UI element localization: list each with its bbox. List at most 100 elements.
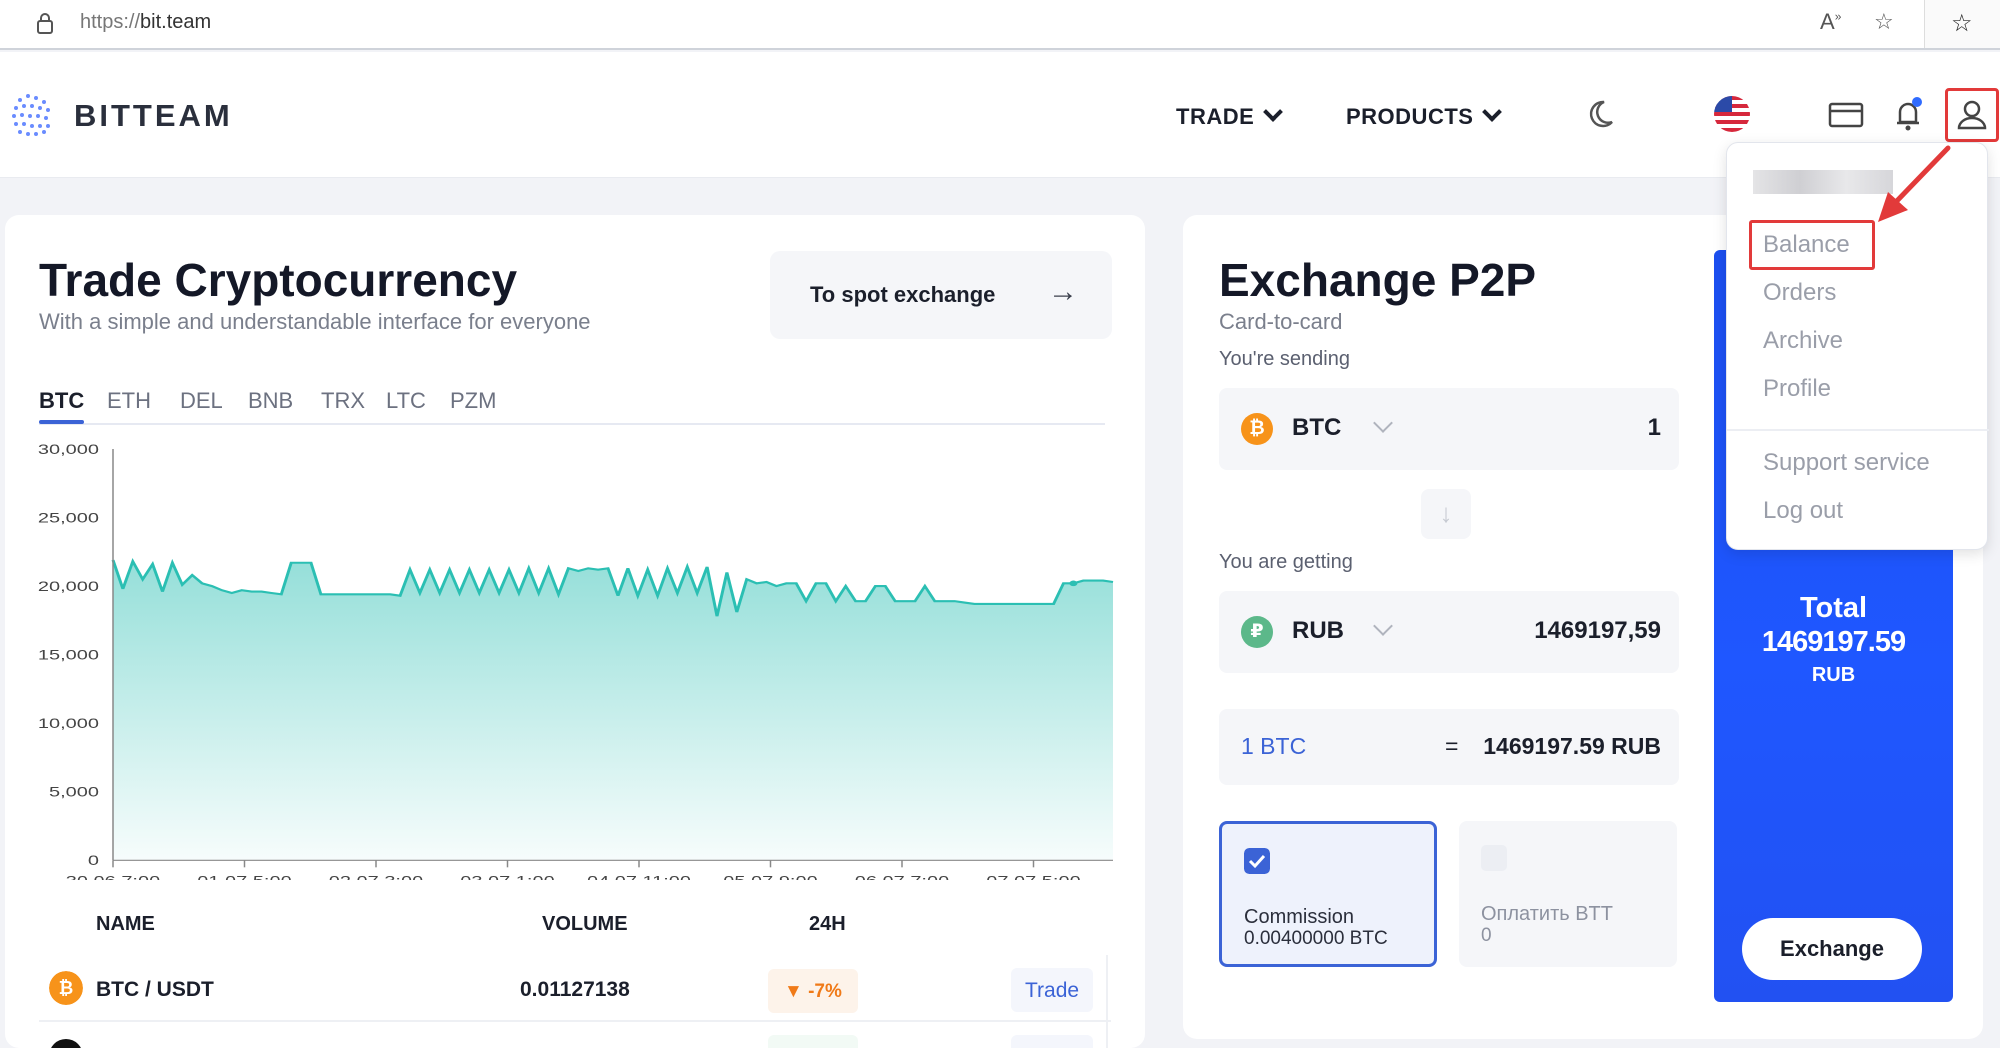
url-host: bit.team — [140, 11, 212, 33]
favorite-add-icon[interactable]: ☆ — [1874, 9, 1894, 35]
chevron-down-icon[interactable] — [1373, 413, 1393, 433]
address-bar[interactable]: https://bit.team — [80, 11, 211, 34]
tab-pzm[interactable]: PZM — [450, 388, 496, 414]
change-badge: ▼ -7% — [768, 969, 858, 1013]
checkbox-icon[interactable] — [1481, 845, 1507, 871]
menu-item-support[interactable]: Support service — [1763, 449, 1930, 477]
y-tick-label: 15,000 — [38, 647, 99, 663]
coin-tabs: BTC ETH DEL BNB TRX LTC PZM — [39, 380, 1105, 425]
url-protocol: https:// — [80, 11, 141, 33]
exchange-rate: 1 BTC = 1469197.59 RUB — [1219, 709, 1679, 785]
tab-ltc[interactable]: LTC — [386, 388, 426, 414]
checkbox-icon[interactable] — [1244, 848, 1270, 874]
x-tick-label: 30.06 7:00 — [66, 873, 160, 880]
bitcoin-icon: ₿ — [1241, 413, 1273, 445]
favorites-button[interactable]: ☆ — [1924, 0, 2000, 48]
bell-icon[interactable] — [1888, 92, 1928, 136]
wallet-icon[interactable] — [1826, 92, 1866, 136]
get-amount: 1469197,59 — [1534, 617, 1661, 644]
logo-text[interactable]: BITTEAM — [74, 98, 233, 134]
svg-text:₿: ₿ — [59, 978, 74, 999]
pair-volume: 0.01127138 — [520, 978, 630, 1001]
send-amount[interactable]: 1 — [1648, 414, 1661, 442]
commission-option[interactable]: Commission 0.00400000 BTC — [1219, 821, 1437, 967]
us-flag-icon[interactable] — [1712, 92, 1752, 136]
trade-button[interactable] — [1011, 1035, 1093, 1048]
trade-button-label: Trade — [1025, 979, 1080, 1002]
tab-eth[interactable]: ETH — [107, 388, 151, 414]
x-tick-label: 01.07 5:00 — [197, 873, 291, 880]
x-tick-label: 03.07 1:00 — [460, 873, 554, 880]
send-field[interactable]: ₿ BTC 1 — [1219, 388, 1679, 470]
menu-item-profile[interactable]: Profile — [1763, 375, 1831, 403]
y-tick-label: 0 — [88, 852, 99, 868]
trade-button[interactable]: Trade — [1011, 968, 1093, 1012]
trade-card-title: Trade Cryptocurrency — [39, 254, 518, 306]
arrow-right-icon: → — [1048, 275, 1078, 308]
x-tick-label: 04.07 11:00 — [587, 873, 691, 880]
total-label: Total — [1799, 592, 1868, 624]
sending-label: You're sending — [1219, 348, 1350, 370]
rate-right: 1469197.59 RUB — [1483, 733, 1661, 759]
bitteam-logo-icon[interactable] — [10, 88, 58, 144]
favorites-icon: ☆ — [1951, 10, 1973, 37]
pay-btt-label: Оплатить BTT — [1481, 903, 1613, 925]
chevron-down-icon — [1482, 102, 1503, 122]
chevron-down-icon[interactable] — [1373, 616, 1393, 636]
divider — [1106, 955, 1108, 1048]
x-tick-label: 06.07 7:00 — [855, 873, 949, 880]
rate-left: 1 BTC — [1241, 733, 1307, 759]
getting-label: You are getting — [1219, 551, 1353, 573]
y-tick-label: 30,000 — [38, 441, 99, 457]
x-tick-label: 02.07 3:00 — [329, 873, 423, 880]
y-tick-label: 20,000 — [38, 578, 99, 594]
divider — [39, 1020, 1111, 1022]
user-menu-button[interactable] — [1945, 88, 1999, 142]
price-chart: 30,000 25,000 20,000 15,000 10,000 5,000 0 30.0… — [38, 441, 1114, 880]
exchange-title: Exchange P2P — [1219, 254, 1537, 306]
y-tick-label: 25,000 — [38, 509, 99, 525]
pay-btt-option[interactable]: Оплатить BTT 0 — [1459, 821, 1677, 967]
get-field[interactable]: ₽ RUB 1469197,59 — [1219, 591, 1679, 673]
change-value: ▼ -7% — [784, 981, 842, 1002]
read-aloud-icon[interactable]: A» — [1820, 9, 1841, 35]
tab-del[interactable]: DEL — [180, 388, 223, 414]
data-point — [1069, 580, 1078, 587]
get-currency[interactable]: RUB — [1292, 617, 1344, 645]
nav-trade[interactable]: TRADE — [1176, 102, 1284, 130]
commission-value: 0.00400000 BTC — [1244, 928, 1388, 949]
total-value: 1469197.59 — [1761, 626, 1906, 658]
spot-button-label: To spot exchange — [810, 282, 996, 307]
rate-equals: = — [1445, 733, 1459, 759]
col-header-volume: VOLUME — [542, 913, 628, 935]
nav-products[interactable]: PRODUCTS — [1346, 102, 1503, 130]
col-header-name: NAME — [96, 913, 155, 935]
lock-icon[interactable] — [36, 12, 54, 34]
to-spot-exchange-button[interactable]: To spot exchange → — [770, 251, 1112, 339]
moon-icon[interactable] — [1580, 92, 1620, 136]
tab-bnb[interactable]: BNB — [248, 388, 293, 414]
bitcoin-icon: ₿ — [49, 971, 83, 1005]
exchange-button[interactable]: Exchange — [1742, 918, 1922, 980]
menu-item-orders[interactable]: Orders — [1763, 279, 1836, 307]
red-arrow-annotation — [1878, 145, 1951, 222]
nav-products-label: PRODUCTS — [1346, 104, 1474, 129]
x-tick-label: 07.07 5:00 — [986, 873, 1080, 880]
total-currency: RUB — [1811, 664, 1856, 686]
browser-toolbar: https://bit.team A» ☆ ☆ — [0, 0, 2000, 50]
tab-trx[interactable]: TRX — [321, 388, 365, 414]
tab-btc[interactable]: BTC — [39, 388, 85, 424]
menu-item-archive[interactable]: Archive — [1763, 327, 1843, 355]
user-icon — [1957, 100, 1987, 130]
chevron-down-icon — [1263, 102, 1284, 122]
pay-btt-value: 0 — [1481, 925, 1492, 946]
coin-icon — [49, 1039, 83, 1048]
menu-item-logout[interactable]: Log out — [1763, 497, 1843, 525]
site-header: BITTEAM TRADE PRODUCTS — [0, 52, 2000, 178]
send-currency[interactable]: BTC — [1292, 414, 1341, 442]
y-tick-label: 10,000 — [38, 715, 99, 731]
y-tick-label: 5,000 — [49, 784, 99, 800]
down-arrow-icon[interactable]: ↓ — [1421, 489, 1471, 539]
nav-trade-label: TRADE — [1176, 104, 1255, 129]
trade-card-subtitle: With a simple and understandable interfa… — [39, 309, 591, 334]
